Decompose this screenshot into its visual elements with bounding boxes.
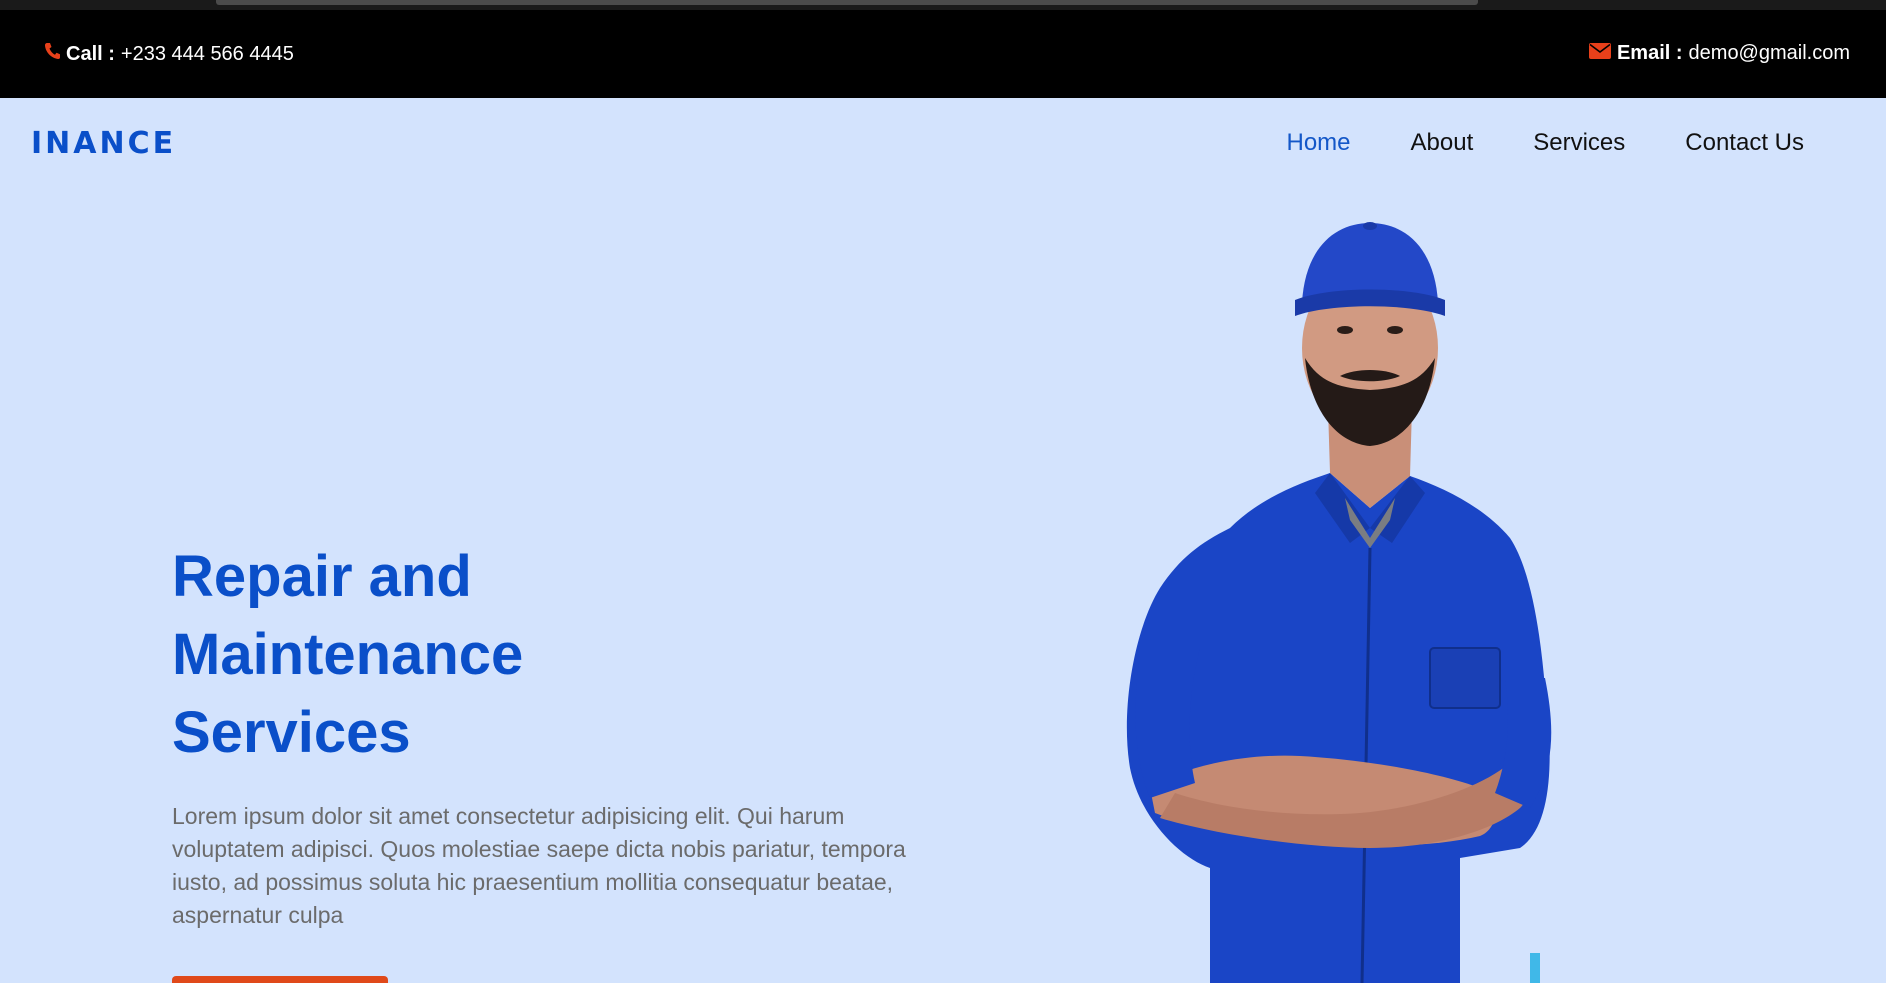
hero-description: Lorem ipsum dolor sit amet consectetur a… [172,803,906,928]
call-label: Call : [66,42,115,65]
headline-line-3: Services [172,700,411,765]
horizontal-scrollbar[interactable] [216,0,1478,5]
call-info: Call : +233 444 566 4445 [44,42,294,66]
worker-image [1100,208,1640,983]
nav-item-about[interactable]: About [1411,129,1474,157]
hero-cta-button[interactable] [172,976,388,983]
nav-item-services[interactable]: Services [1533,129,1625,157]
nav-item-home[interactable]: Home [1287,129,1351,157]
call-number[interactable]: +233 444 566 4445 [121,43,294,66]
main-nav: Home About Services Contact Us [1287,129,1805,157]
hero-section: INANCE Home About Services Contact Us Re… [0,98,1886,983]
brand-logo[interactable]: INANCE [31,126,176,161]
email-label: Email : [1616,42,1683,64]
page: Call : +233 444 566 4445 Email : demo@gm… [0,0,1886,983]
email-info: Email : demo@gmail.com [1588,42,1850,65]
nav-item-contact-us[interactable]: Contact Us [1685,129,1804,157]
headline-line-2: Maintenance [172,622,524,687]
headline-line-1: Repair and [172,544,472,609]
browser-chrome-strip [0,0,1886,10]
top-info-bar: Call : +233 444 566 4445 Email : demo@gm… [0,10,1886,98]
email-address[interactable]: demo@gmail.com [1689,42,1850,65]
envelope-icon [1588,42,1611,65]
phone-icon [44,42,60,66]
hero-headline: Repair and Maintenance Services [172,538,692,772]
